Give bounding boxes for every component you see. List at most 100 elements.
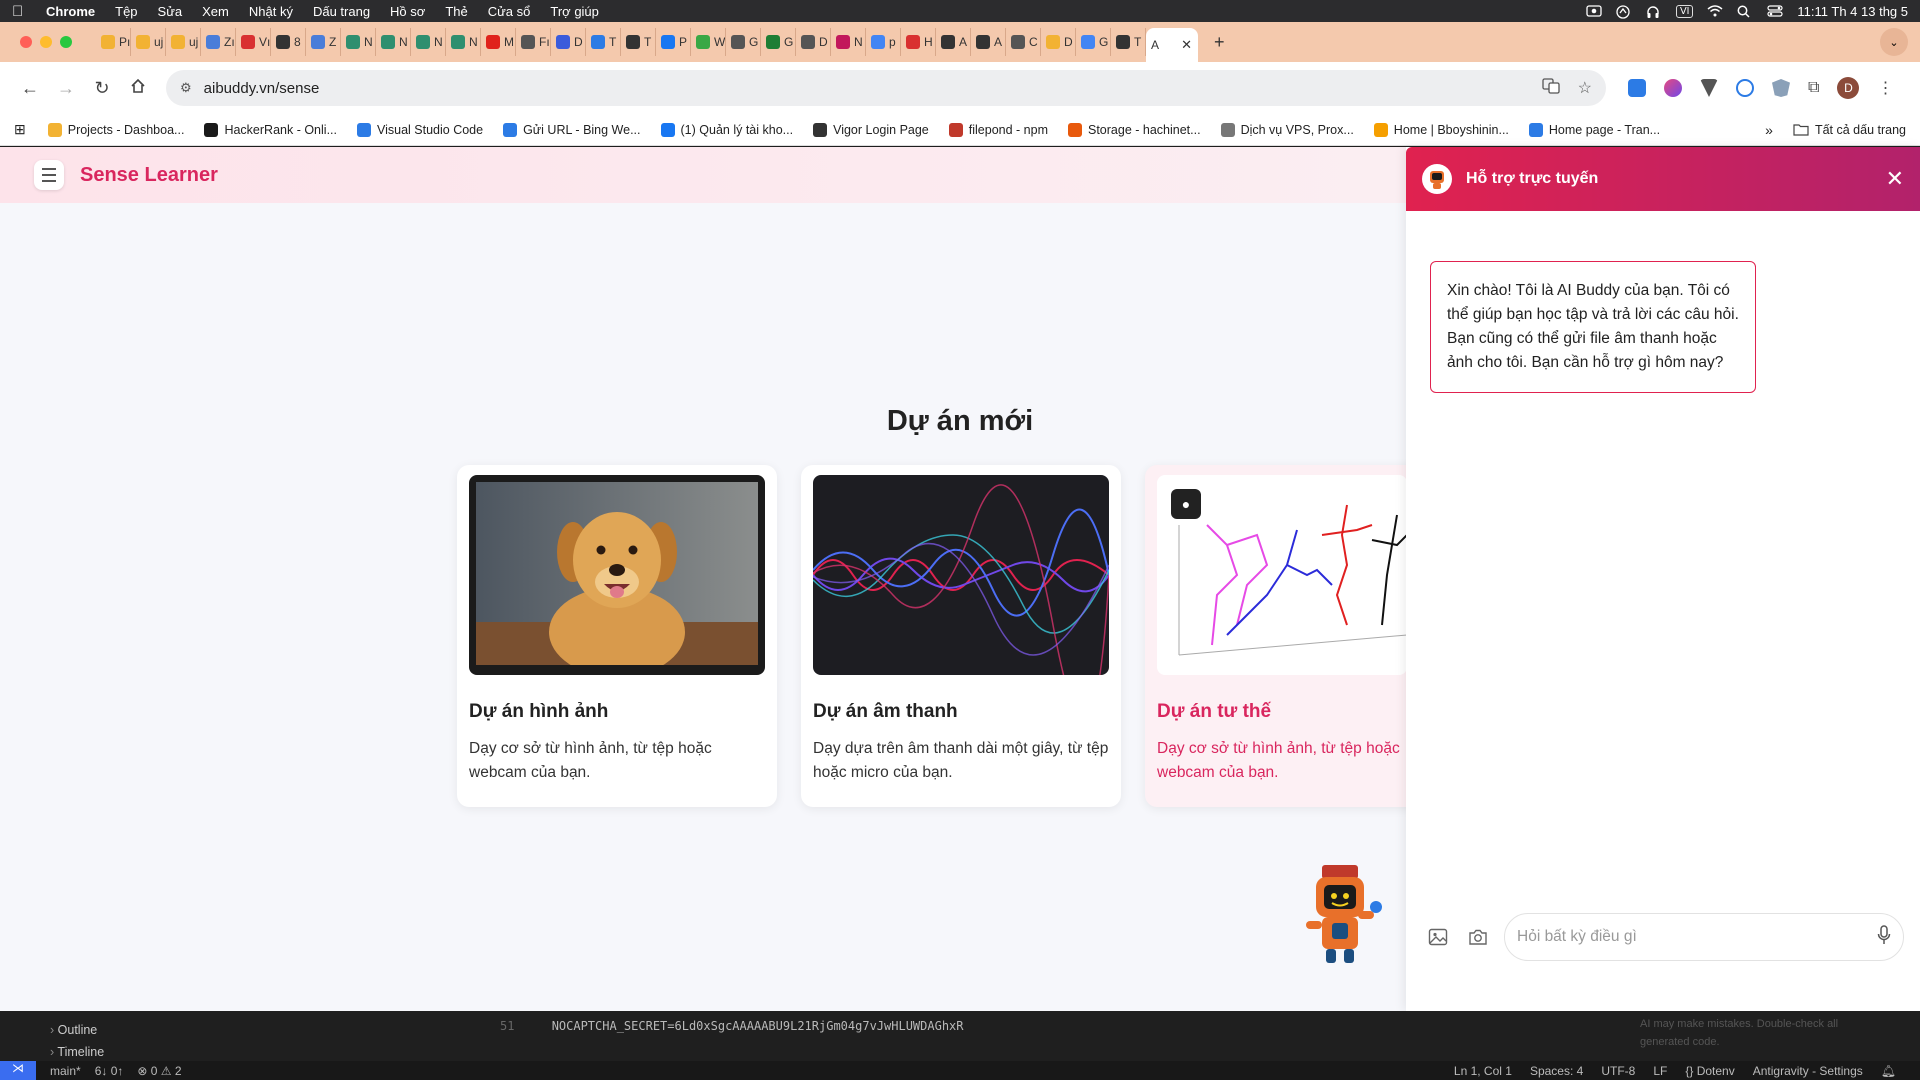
zoom-window-button[interactable] [60,36,72,48]
tab-3[interactable]: Zı [201,28,236,56]
close-tab-icon[interactable]: ✕ [1181,37,1192,53]
camera-icon[interactable] [1464,923,1492,951]
remote-indicator-icon[interactable]: ⋊ [0,1061,36,1080]
search-icon[interactable] [1737,5,1753,18]
audio-project-card[interactable]: Dự án âm thanh Dạy dựa trên âm thanh dài… [801,465,1121,807]
bookmark-item[interactable]: HackerRank - Onli... [204,122,337,137]
new-tab-button[interactable]: + [1214,32,1225,53]
microphone-icon[interactable] [1877,924,1891,950]
address-bar[interactable]: ⚙ aibuddy.vn/sense ☆ [166,70,1606,106]
tab-24[interactable]: A [936,28,971,56]
menu-bookmarks[interactable]: Dấu trang [313,4,370,19]
indentation[interactable]: Spaces: 4 [1530,1064,1583,1078]
apps-grid-icon[interactable]: ⊞ [14,121,26,138]
tab-18[interactable]: G [726,28,761,56]
tab-2[interactable]: uj [166,28,201,56]
encoding[interactable]: UTF-8 [1601,1064,1635,1078]
menu-file[interactable]: Tệp [115,4,137,19]
attach-image-icon[interactable] [1424,923,1452,951]
apple-icon[interactable]:  [12,3,30,20]
menu-history[interactable]: Nhật ký [249,4,293,19]
menu-window[interactable]: Cửa sổ [488,4,531,19]
cursor-position[interactable]: Ln 1, Col 1 [1454,1064,1512,1078]
chrome-menu-icon[interactable]: ⋮ [1877,78,1893,98]
git-branch[interactable]: main* [50,1064,81,1078]
git-sync[interactable]: 6↓ 0↑ [95,1064,124,1078]
tab-23[interactable]: H [901,28,936,56]
tab-22[interactable]: p [866,28,901,56]
bell-icon[interactable]: 🔔︎ [1881,1064,1896,1078]
tab-15[interactable]: T [621,28,656,56]
menu-profile[interactable]: Hồ sơ [390,4,425,19]
menu-edit[interactable]: Sửa [158,4,183,19]
control-center-icon[interactable] [1767,5,1784,17]
tab-search-button[interactable]: ⌄ [1880,28,1908,56]
image-project-card[interactable]: Dự án hình ảnh Dạy cơ sở từ hình ảnh, từ… [457,465,777,807]
language-mode[interactable]: {} Dotenv [1685,1064,1734,1078]
extension-2-icon[interactable] [1664,79,1682,97]
tab-28[interactable]: G [1076,28,1111,56]
menubar-clock[interactable]: 11:11 Th 4 13 thg 5 [1797,4,1908,19]
settings-item[interactable]: Antigravity - Settings [1753,1064,1863,1078]
input-source-indicator[interactable]: VI [1675,4,1694,18]
extension-3-icon[interactable] [1700,79,1718,97]
tab-1[interactable]: uj [131,28,166,56]
tab-0[interactable]: Pı [96,28,131,56]
forward-button[interactable]: → [48,78,84,99]
tab-7[interactable]: N [341,28,376,56]
problems-count[interactable]: ⊗ 0 ⚠ 2 [137,1064,181,1078]
bookmark-item[interactable]: Home page - Tran... [1528,122,1660,137]
tab-9[interactable]: N [411,28,446,56]
bookmark-item[interactable]: Dịch vụ VPS, Prox... [1220,122,1354,137]
outline-section[interactable]: Outline [50,1019,104,1041]
tab-5[interactable]: 8 [271,28,306,56]
bookmark-item[interactable]: Visual Studio Code [356,122,483,137]
tab-8[interactable]: N [376,28,411,56]
tab-active[interactable]: A ✕ [1146,28,1198,62]
minimize-window-button[interactable] [40,36,52,48]
bookmark-item[interactable]: Vigor Login Page [813,122,929,137]
profile-avatar[interactable]: D [1837,77,1860,99]
bookmark-item[interactable]: Home | Bboyshinin... [1373,122,1509,137]
tab-29[interactable]: T [1111,28,1146,56]
tab-12[interactable]: Fı [516,28,551,56]
screen-record-icon[interactable] [1586,5,1602,17]
tab-17[interactable]: W [691,28,726,56]
shield-extension-icon[interactable] [1772,79,1790,97]
menu-tab[interactable]: Thẻ [445,4,467,19]
extension-4-icon[interactable] [1736,79,1754,97]
tab-25[interactable]: A [971,28,1006,56]
site-info-icon[interactable]: ⚙ [180,80,192,96]
reload-button[interactable]: ↻ [84,78,120,99]
tab-11[interactable]: M [481,28,516,56]
headphones-icon[interactable] [1646,5,1662,18]
tab-6[interactable]: Z [306,28,341,56]
extension-status-icon[interactable] [1616,5,1632,19]
bookmark-item[interactable]: Projects - Dashboa... [47,122,184,137]
bookmark-item[interactable]: Storage - hachinet... [1067,122,1201,137]
bookmark-item[interactable]: Gửi URL - Bing We... [503,122,641,137]
menu-help[interactable]: Trợ giúp [550,4,599,19]
menu-app[interactable]: Chrome [46,4,95,19]
menu-toggle-button[interactable] [34,160,64,190]
timeline-section[interactable]: Timeline [50,1041,104,1063]
extension-1-icon[interactable] [1628,79,1646,97]
tab-4[interactable]: Vı [236,28,271,56]
tab-21[interactable]: N [831,28,866,56]
tab-10[interactable]: N [446,28,481,56]
tab-13[interactable]: D [551,28,586,56]
ai-buddy-mascot[interactable] [1296,863,1384,967]
translate-icon[interactable] [1542,77,1560,99]
tab-14[interactable]: T [586,28,621,56]
bookmark-item[interactable]: filepond - npm [948,122,1048,137]
tab-20[interactable]: D [796,28,831,56]
tab-26[interactable]: C [1006,28,1041,56]
back-button[interactable]: ← [12,78,48,99]
end-of-line[interactable]: LF [1653,1064,1667,1078]
more-bookmarks-button[interactable]: » [1765,122,1773,138]
close-chat-icon[interactable]: ✕ [1886,166,1904,192]
extensions-puzzle-icon[interactable]: ⧉ [1808,79,1819,97]
bookmark-star-icon[interactable]: ☆ [1578,78,1592,99]
home-button[interactable] [120,78,156,99]
close-window-button[interactable] [20,36,32,48]
